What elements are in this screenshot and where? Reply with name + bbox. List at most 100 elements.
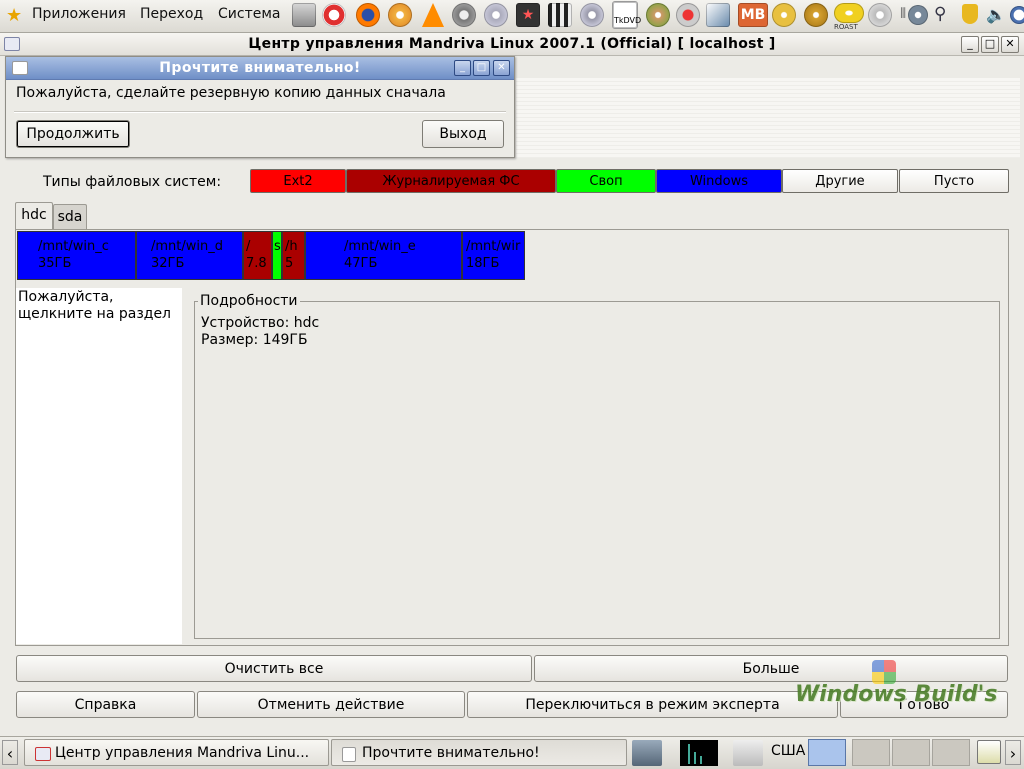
- watermark-logo-icon: [872, 660, 896, 684]
- main-window-title: Центр управления Mandriva Linux 2007.1 (…: [248, 36, 776, 52]
- clock-icon[interactable]: [1010, 6, 1024, 24]
- continue-button[interactable]: Продолжить: [16, 120, 130, 148]
- task-control-center[interactable]: Центр управления Mandriva Linu...: [24, 739, 329, 766]
- clear-all-button[interactable]: Очистить все: [16, 655, 532, 682]
- video-star-icon[interactable]: ★: [516, 3, 540, 27]
- dialog-minimize-button[interactable]: _: [454, 60, 471, 76]
- cd-burner-icon[interactable]: [484, 3, 508, 27]
- close-button[interactable]: ✕: [1001, 36, 1019, 53]
- workspace-3[interactable]: [892, 739, 930, 766]
- fs-type-swap-button[interactable]: Своп: [556, 169, 656, 193]
- film-reel-icon[interactable]: [452, 3, 476, 27]
- cd-gold-icon[interactable]: [804, 3, 828, 27]
- detail-device: Устройство: hdc: [201, 315, 320, 331]
- search-icon[interactable]: ⚲: [934, 4, 946, 24]
- vlc-cone-icon[interactable]: [422, 3, 444, 27]
- menu-go[interactable]: Переход: [140, 6, 203, 22]
- minimize-button[interactable]: _: [961, 36, 979, 53]
- partition-mount: s: [274, 239, 281, 254]
- window-bottom-border: [0, 729, 1024, 735]
- task-label: Прочтите внимательно!: [362, 745, 540, 761]
- partition-home[interactable]: /h 5: [282, 231, 305, 280]
- cd-icon[interactable]: [580, 3, 604, 27]
- shield-icon[interactable]: [962, 4, 978, 24]
- tab-sda[interactable]: sda: [53, 204, 87, 229]
- system-monitor-icon[interactable]: [632, 740, 662, 766]
- dialog-title: Прочтите внимательно!: [159, 60, 361, 76]
- details-box: [194, 301, 1000, 639]
- cpu-graph-icon[interactable]: [680, 740, 718, 766]
- partition-win-d[interactable]: /mnt/win_d 32ГБ: [136, 231, 243, 280]
- maximize-button[interactable]: □: [981, 36, 999, 53]
- fs-type-journaled-button[interactable]: Журналируемая ФС: [346, 169, 556, 193]
- workspace-1[interactable]: [808, 739, 846, 766]
- notes-icon[interactable]: [977, 740, 1001, 764]
- partition-size: 18ГБ: [466, 256, 500, 271]
- disc-icon[interactable]: [868, 3, 892, 27]
- partition-size: 5: [285, 256, 294, 271]
- network-icon[interactable]: [733, 740, 763, 766]
- tab-hdc[interactable]: hdc: [15, 202, 53, 230]
- hint-text: Пожалуйста, щелкните на раздел: [18, 289, 172, 322]
- partition-win-e[interactable]: /mnt/win_e 47ГБ: [305, 231, 462, 280]
- partition-swap[interactable]: s: [272, 231, 282, 280]
- dialog-maximize-button[interactable]: □: [473, 60, 490, 76]
- partition-win-last[interactable]: /mnt/wir 18ГБ: [462, 231, 525, 280]
- mb-icon[interactable]: МВ: [738, 3, 768, 27]
- clapperboard-icon[interactable]: [548, 3, 572, 27]
- banner-area: [516, 78, 1020, 158]
- fs-type-empty-button[interactable]: Пусто: [899, 169, 1009, 193]
- partition-win-c[interactable]: /mnt/win_c 35ГБ: [17, 231, 136, 280]
- detail-size: Размер: 149ГБ: [201, 332, 308, 348]
- details-legend: Подробности: [198, 293, 300, 309]
- dialog-task-icon: [342, 747, 356, 762]
- rocket-icon[interactable]: [706, 3, 730, 27]
- fs-type-other-button[interactable]: Другие: [782, 169, 898, 193]
- webcam-icon[interactable]: [676, 3, 700, 27]
- dialog-titlebar[interactable]: Прочтите внимательно! _ □ ✕: [6, 57, 514, 80]
- main-window-titlebar[interactable]: Центр управления Mandriva Linux 2007.1 (…: [0, 33, 1024, 56]
- dialog-separator: [14, 111, 506, 113]
- star-icon[interactable]: ★: [6, 5, 22, 26]
- hint-panel: Пожалуйста, щелкните на раздел: [16, 288, 182, 644]
- cd-player-icon[interactable]: [388, 3, 412, 27]
- roast-icon[interactable]: ROAST: [834, 3, 864, 31]
- fs-type-ext2-button[interactable]: Ext2: [250, 169, 346, 193]
- workspace-2[interactable]: [852, 739, 890, 766]
- workspace-4[interactable]: [932, 739, 970, 766]
- menu-applications[interactable]: Приложения: [32, 6, 126, 22]
- partition-mount: /mnt/win_c: [38, 239, 109, 254]
- disk-drive-icon[interactable]: [292, 3, 316, 27]
- tools-icon[interactable]: ⦀: [900, 6, 906, 22]
- partition-mount: /mnt/win_e: [344, 239, 416, 254]
- firefox-icon[interactable]: [356, 3, 380, 27]
- guitar-icon[interactable]: [646, 3, 670, 27]
- partition-size: 35ГБ: [38, 256, 72, 271]
- tkdvd-icon[interactable]: TkDVD: [612, 1, 641, 29]
- taskbar-scroll-left-button[interactable]: ‹: [2, 740, 18, 765]
- menu-system[interactable]: Система: [218, 6, 280, 22]
- taskbar-scroll-right-button[interactable]: ›: [1005, 740, 1021, 765]
- warning-dialog: Прочтите внимательно! _ □ ✕ Пожалуйста, …: [5, 56, 515, 158]
- help-button[interactable]: Справка: [16, 691, 195, 718]
- task-dialog[interactable]: Прочтите внимательно!: [331, 739, 627, 766]
- bottom-taskbar: ‹ Центр управления Mandriva Linu... Проч…: [0, 736, 1024, 769]
- keyboard-layout-indicator[interactable]: США: [771, 743, 805, 759]
- partition-mount: /mnt/wir: [466, 239, 521, 254]
- gauge-icon[interactable]: [908, 5, 928, 25]
- volume-icon[interactable]: 🔈: [986, 5, 1006, 24]
- partition-root[interactable]: / 7.8: [243, 231, 272, 280]
- dialog-message: Пожалуйста, сделайте резервную копию дан…: [16, 85, 446, 101]
- control-center-icon: [35, 747, 51, 761]
- partition-mount: /h: [285, 239, 298, 254]
- dialog-close-button[interactable]: ✕: [493, 60, 510, 76]
- fs-type-windows-button[interactable]: Windows: [656, 169, 782, 193]
- partition-size: 7.8: [246, 256, 267, 271]
- expert-mode-button[interactable]: Переключиться в режим эксперта: [467, 691, 838, 718]
- dvd-icon[interactable]: [772, 3, 796, 27]
- more-button[interactable]: Больше: [534, 655, 1008, 682]
- exit-button[interactable]: Выход: [422, 120, 504, 148]
- task-label: Центр управления Mandriva Linu...: [55, 745, 310, 761]
- lifebuoy-icon[interactable]: [322, 3, 346, 27]
- undo-button[interactable]: Отменить действие: [197, 691, 465, 718]
